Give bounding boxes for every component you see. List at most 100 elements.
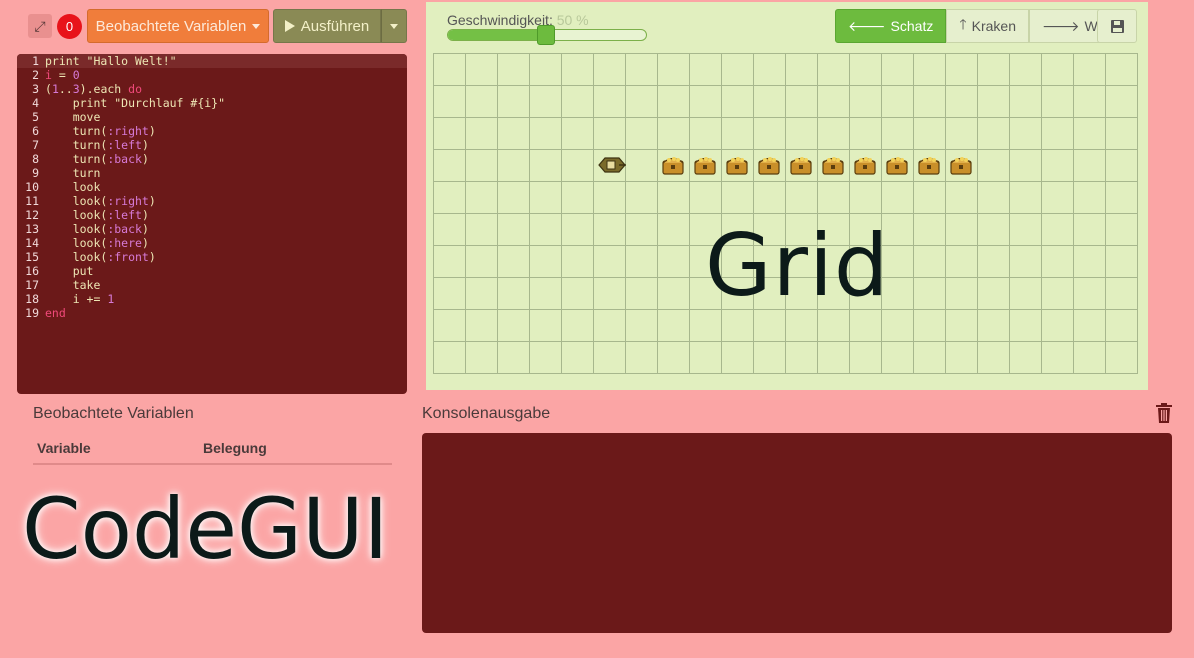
run-dropdown-button[interactable] xyxy=(381,9,407,43)
code-line[interactable]: 17 take xyxy=(17,278,407,292)
line-number: 3 xyxy=(32,82,39,96)
code-text: look(:left) xyxy=(45,208,149,222)
line-number: 5 xyxy=(32,110,39,124)
treasure-chest-icon[interactable] xyxy=(756,152,782,178)
line-number: 15 xyxy=(25,250,39,264)
arrow-left-icon: 🡐 xyxy=(848,18,886,35)
watched-variables-button-label: Beobachtete Variablen xyxy=(95,17,247,35)
line-number: 11 xyxy=(25,194,39,208)
arrow-up-icon: 🡑 xyxy=(959,17,967,33)
treasure-chest-icon[interactable] xyxy=(660,152,686,178)
run-button[interactable]: Ausführen xyxy=(273,9,381,43)
grid-board[interactable]: Grid xyxy=(433,53,1138,374)
treasure-chest-icon[interactable] xyxy=(820,152,846,178)
speed-slider-thumb[interactable] xyxy=(537,25,555,45)
console-output[interactable] xyxy=(422,433,1172,633)
code-text: look(:here) xyxy=(45,236,149,250)
code-line[interactable]: 7 turn(:left) xyxy=(17,138,407,152)
code-text: put xyxy=(45,264,94,278)
chevron-down-icon xyxy=(252,23,261,29)
code-line[interactable]: 14 look(:here) xyxy=(17,236,407,250)
code-line[interactable]: 6 turn(:right) xyxy=(17,124,407,138)
speed-value: 50 % xyxy=(556,12,589,28)
trash-icon[interactable] xyxy=(1155,402,1173,424)
line-number: 10 xyxy=(25,180,39,194)
code-editor[interactable]: 1 print "Hallo Welt!" 2 i = 0 3 (1..3).each d… xyxy=(17,54,407,394)
save-button[interactable] xyxy=(1097,9,1137,43)
column-header-variable: Variable xyxy=(37,440,91,456)
error-count-badge[interactable]: 0 xyxy=(57,14,82,39)
code-text: end xyxy=(45,306,66,320)
kraken-button-label: Kraken xyxy=(971,18,1016,34)
expand-icon[interactable]: ⤢ xyxy=(28,14,52,38)
code-line[interactable]: 16 put xyxy=(17,264,407,278)
speed-label: Geschwindigkeit: 50 % xyxy=(447,12,589,28)
grid-watermark: Grid xyxy=(705,216,890,316)
code-line[interactable]: 8 turn(:back) xyxy=(17,152,407,166)
treasure-chest-icon[interactable] xyxy=(948,152,974,178)
line-number: 1 xyxy=(32,54,39,68)
place-object-button-group: 🡐 Schatz 🡑 Kraken 🡒 Welle xyxy=(835,9,1133,43)
code-line[interactable]: 4 print "Durchlauf #{i}" xyxy=(17,96,407,110)
treasure-chest-icon[interactable] xyxy=(884,152,910,178)
treasure-chest-icon[interactable] xyxy=(692,152,718,178)
treasure-chest-icon[interactable] xyxy=(852,152,878,178)
code-line[interactable]: 15 look(:front) xyxy=(17,250,407,264)
code-line[interactable]: 19 end xyxy=(17,306,407,320)
line-number: 14 xyxy=(25,236,39,250)
watched-variables-button[interactable]: Beobachtete Variablen xyxy=(87,9,269,43)
code-line[interactable]: 12 look(:left) xyxy=(17,208,407,222)
grid-panel: Geschwindigkeit: 50 % 🡐 Schatz 🡑 Kraken … xyxy=(426,2,1148,390)
treasure-chest-icon[interactable] xyxy=(916,152,942,178)
code-line[interactable]: 2 i = 0 xyxy=(17,68,407,82)
ship-icon[interactable] xyxy=(597,152,627,178)
brand-watermark: CodeGUI xyxy=(22,480,389,578)
code-text: turn xyxy=(45,166,101,180)
code-line[interactable]: 11 look(:right) xyxy=(17,194,407,208)
line-number: 4 xyxy=(32,96,39,110)
line-number: 8 xyxy=(32,152,39,166)
speed-slider-fill xyxy=(448,30,547,40)
code-line[interactable]: 10 look xyxy=(17,180,407,194)
watched-variables-table: Variable Belegung xyxy=(33,438,392,465)
treasure-button[interactable]: 🡐 Schatz xyxy=(835,9,947,43)
floppy-disk-icon xyxy=(1110,19,1124,33)
code-text: turn(:right) xyxy=(45,124,156,138)
line-number: 6 xyxy=(32,124,39,138)
column-header-value: Belegung xyxy=(203,440,267,456)
chevron-down-icon xyxy=(390,23,398,29)
console-title: Konsolenausgabe xyxy=(422,405,551,422)
code-text: look(:front) xyxy=(45,250,156,264)
code-line[interactable]: 18 i += 1 xyxy=(17,292,407,306)
code-text: turn(:back) xyxy=(45,152,149,166)
code-line[interactable]: 13 look(:back) xyxy=(17,222,407,236)
code-line[interactable]: 3 (1..3).each do xyxy=(17,82,407,96)
treasure-button-label: Schatz xyxy=(890,18,934,34)
line-number: 19 xyxy=(25,306,39,320)
play-icon xyxy=(284,20,295,32)
code-text: i += 1 xyxy=(45,292,115,306)
line-number: 17 xyxy=(25,278,39,292)
line-number: 2 xyxy=(32,68,39,82)
code-line[interactable]: 1 print "Hallo Welt!" xyxy=(17,54,407,68)
run-button-label: Ausführen xyxy=(300,17,370,35)
code-text: print "Durchlauf #{i}" xyxy=(45,96,226,110)
line-number: 9 xyxy=(32,166,39,180)
code-line[interactable]: 9 turn xyxy=(17,166,407,180)
code-text: move xyxy=(45,110,101,124)
watched-variables-title: Beobachtete Variablen xyxy=(33,405,194,422)
code-text: look xyxy=(45,180,101,194)
code-text: look(:back) xyxy=(45,222,149,236)
kraken-button[interactable]: 🡑 Kraken xyxy=(946,9,1029,43)
treasure-chest-icon[interactable] xyxy=(788,152,814,178)
code-text: print "Hallo Welt!" xyxy=(45,54,177,68)
code-line[interactable]: 5 move xyxy=(17,110,407,124)
line-number: 13 xyxy=(25,222,39,236)
code-text: take xyxy=(45,278,101,292)
line-number: 18 xyxy=(25,292,39,306)
code-text: (1..3).each do xyxy=(45,82,142,96)
line-number: 12 xyxy=(25,208,39,222)
line-number: 16 xyxy=(25,264,39,278)
arrow-right-icon: 🡒 xyxy=(1042,18,1080,35)
treasure-chest-icon[interactable] xyxy=(724,152,750,178)
